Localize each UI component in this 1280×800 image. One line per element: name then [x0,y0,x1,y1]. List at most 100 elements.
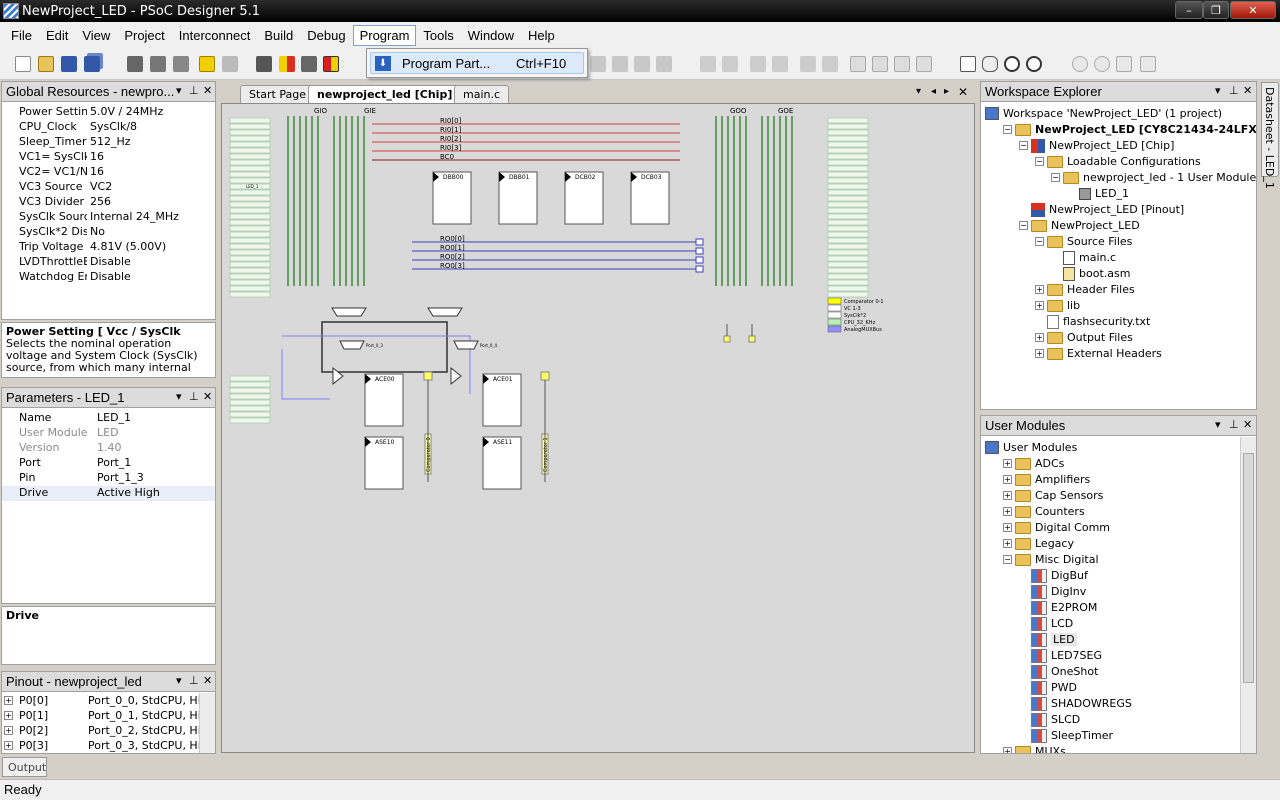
expand-icon[interactable]: + [1003,507,1012,516]
minimize-button[interactable]: – [1175,1,1203,19]
back-icon[interactable] [1072,56,1088,72]
parameter-value[interactable]: 1.40 [97,441,122,454]
expand-icon[interactable]: + [1003,491,1012,500]
tree-item[interactable]: DigBuf [1031,568,1088,583]
menu-window[interactable]: Window [461,25,521,46]
clear-bookmarks-icon[interactable] [916,56,932,72]
tree-item[interactable]: NewProject_LED [Chip] [1031,138,1174,153]
tree-item[interactable]: newproject_led - 1 User Modules [1063,170,1256,185]
resource-value[interactable]: SysClk/8 [90,120,137,133]
expand-icon[interactable]: + [1003,475,1012,484]
tree-item[interactable]: Amplifiers [1015,472,1090,487]
pin-icon[interactable]: ⊥ [189,84,199,97]
prev-bookmark-icon[interactable] [872,56,888,72]
expand-icon[interactable]: − [1035,237,1044,246]
tab-next-icon[interactable]: ▸ [944,86,949,97]
pin-icon[interactable]: ⊥ [1229,418,1239,431]
resource-value[interactable]: 16 [90,165,104,178]
add-module-icon[interactable] [199,56,215,72]
resource-value[interactable]: VC2 [90,180,112,193]
program-part-menu-item[interactable]: ⬇ Program Part... Ctrl+F10 [370,52,584,74]
uncomment-icon[interactable] [822,56,838,72]
expand-icon[interactable]: + [1035,285,1044,294]
tab-start-page[interactable]: Start Page [240,85,315,103]
align-left-icon[interactable] [590,56,606,72]
resource-value[interactable]: 5.0V / 24MHz [90,105,163,118]
parameter-value[interactable]: Active High [97,486,160,499]
user-modules-scrollbar[interactable] [1240,437,1256,753]
delete-module-icon[interactable] [222,56,238,72]
expand-icon[interactable]: + [4,741,13,750]
tree-item[interactable]: boot.asm [1063,266,1130,281]
resource-row[interactable]: Sleep_Timer 512_Hz [2,135,215,150]
tree-item[interactable]: Loadable Configurations [1047,154,1201,169]
generate-icon[interactable] [256,56,272,72]
expand-icon[interactable]: + [4,711,13,720]
pin-row[interactable]: + P0[3] Port_0_3, StdCPU, Hig [2,739,215,754]
tab-close-icon[interactable]: ✕ [958,85,968,99]
configure-icon[interactable] [150,56,166,72]
parameter-row[interactable]: User Module LED [2,426,215,441]
tree-item[interactable]: LCD [1031,616,1073,631]
tree-item[interactable]: Workspace 'NewProject_LED' (1 project) [985,106,1222,121]
chip-canvas[interactable]: GIO GIE GOO GOE RI0[0] RI0[1] RI0[2] RI0[3] BC0 D… [221,103,975,753]
tab-prev-icon[interactable]: ◂ [931,86,936,97]
refresh-icon[interactable] [1116,56,1132,72]
expand-icon[interactable]: + [1035,349,1044,358]
tree-item[interactable]: Misc Digital [1015,552,1099,567]
tab-list-icon[interactable]: ▾ [916,86,921,97]
tree-item[interactable]: Cap Sensors [1015,488,1103,503]
stop-icon[interactable] [1140,56,1156,72]
parameter-row[interactable]: Drive Active High [2,486,215,501]
tree-item[interactable]: main.c [1063,250,1116,265]
pan-hand-icon[interactable] [982,56,998,72]
tree-item[interactable]: LED7SEG [1031,648,1102,663]
expand-icon[interactable]: + [4,696,13,705]
menu-program[interactable]: Program [352,24,417,46]
close-button[interactable]: ✕ [1230,1,1276,19]
new-file-icon[interactable] [15,56,31,72]
tree-item[interactable]: Header Files [1047,282,1135,297]
expand-icon[interactable]: + [1003,523,1012,532]
resource-row[interactable]: SysClk*2 Dis No [2,225,215,240]
resource-value[interactable]: Disable [90,255,131,268]
menu-file[interactable]: File [4,25,39,46]
place-module-icon[interactable] [127,56,143,72]
tree-item[interactable]: Digital Comm [1015,520,1110,535]
resource-value[interactable]: 4.81V (5.00V) [90,240,166,253]
tree-item[interactable]: flashsecurity.txt [1047,314,1150,329]
panel-menu-icon[interactable]: ▾ [1215,84,1221,97]
pin-icon[interactable]: ⊥ [1229,84,1239,97]
home-icon[interactable] [960,56,976,72]
panel-menu-icon[interactable]: ▾ [176,390,182,403]
comment-icon[interactable] [800,56,816,72]
tree-item[interactable]: SHADOWREGS [1031,696,1132,711]
resource-row[interactable]: VC2= VC1/N 16 [2,165,215,180]
tree-item[interactable]: LED [1031,632,1077,647]
menu-tools[interactable]: Tools [416,25,460,46]
resource-value[interactable]: Internal 24_MHz [90,210,179,223]
tree-item[interactable]: PWD [1031,680,1077,695]
tree-item[interactable]: Output Files [1047,330,1133,345]
resource-row[interactable]: Watchdog En Disable [2,270,215,285]
tree-item[interactable]: lib [1047,298,1080,313]
save-all-icon[interactable] [84,56,100,72]
debug-icon[interactable] [301,56,317,72]
tree-item[interactable]: User Modules [985,440,1077,455]
tree-item[interactable]: Counters [1015,504,1085,519]
expand-icon[interactable]: + [1035,333,1044,342]
tree-item[interactable]: Legacy [1015,536,1074,551]
resource-row[interactable]: VC3 Source VC2 [2,180,215,195]
indent-icon[interactable] [750,56,766,72]
resource-value[interactable]: No [90,225,105,238]
bookmark-icon[interactable] [850,56,866,72]
resource-value[interactable]: 512_Hz [90,135,131,148]
resource-value[interactable]: 16 [90,150,104,163]
zoom-out-icon[interactable] [1026,56,1042,72]
panel-menu-icon[interactable]: ▾ [176,84,182,97]
pin-icon[interactable]: ⊥ [189,674,199,687]
menu-debug[interactable]: Debug [300,25,352,46]
tree-item[interactable]: SleepTimer [1031,728,1113,743]
panel-close-icon[interactable]: ✕ [203,390,212,403]
tree-item[interactable]: NewProject_LED [CY8C21434-24LFXI] [1015,122,1256,137]
